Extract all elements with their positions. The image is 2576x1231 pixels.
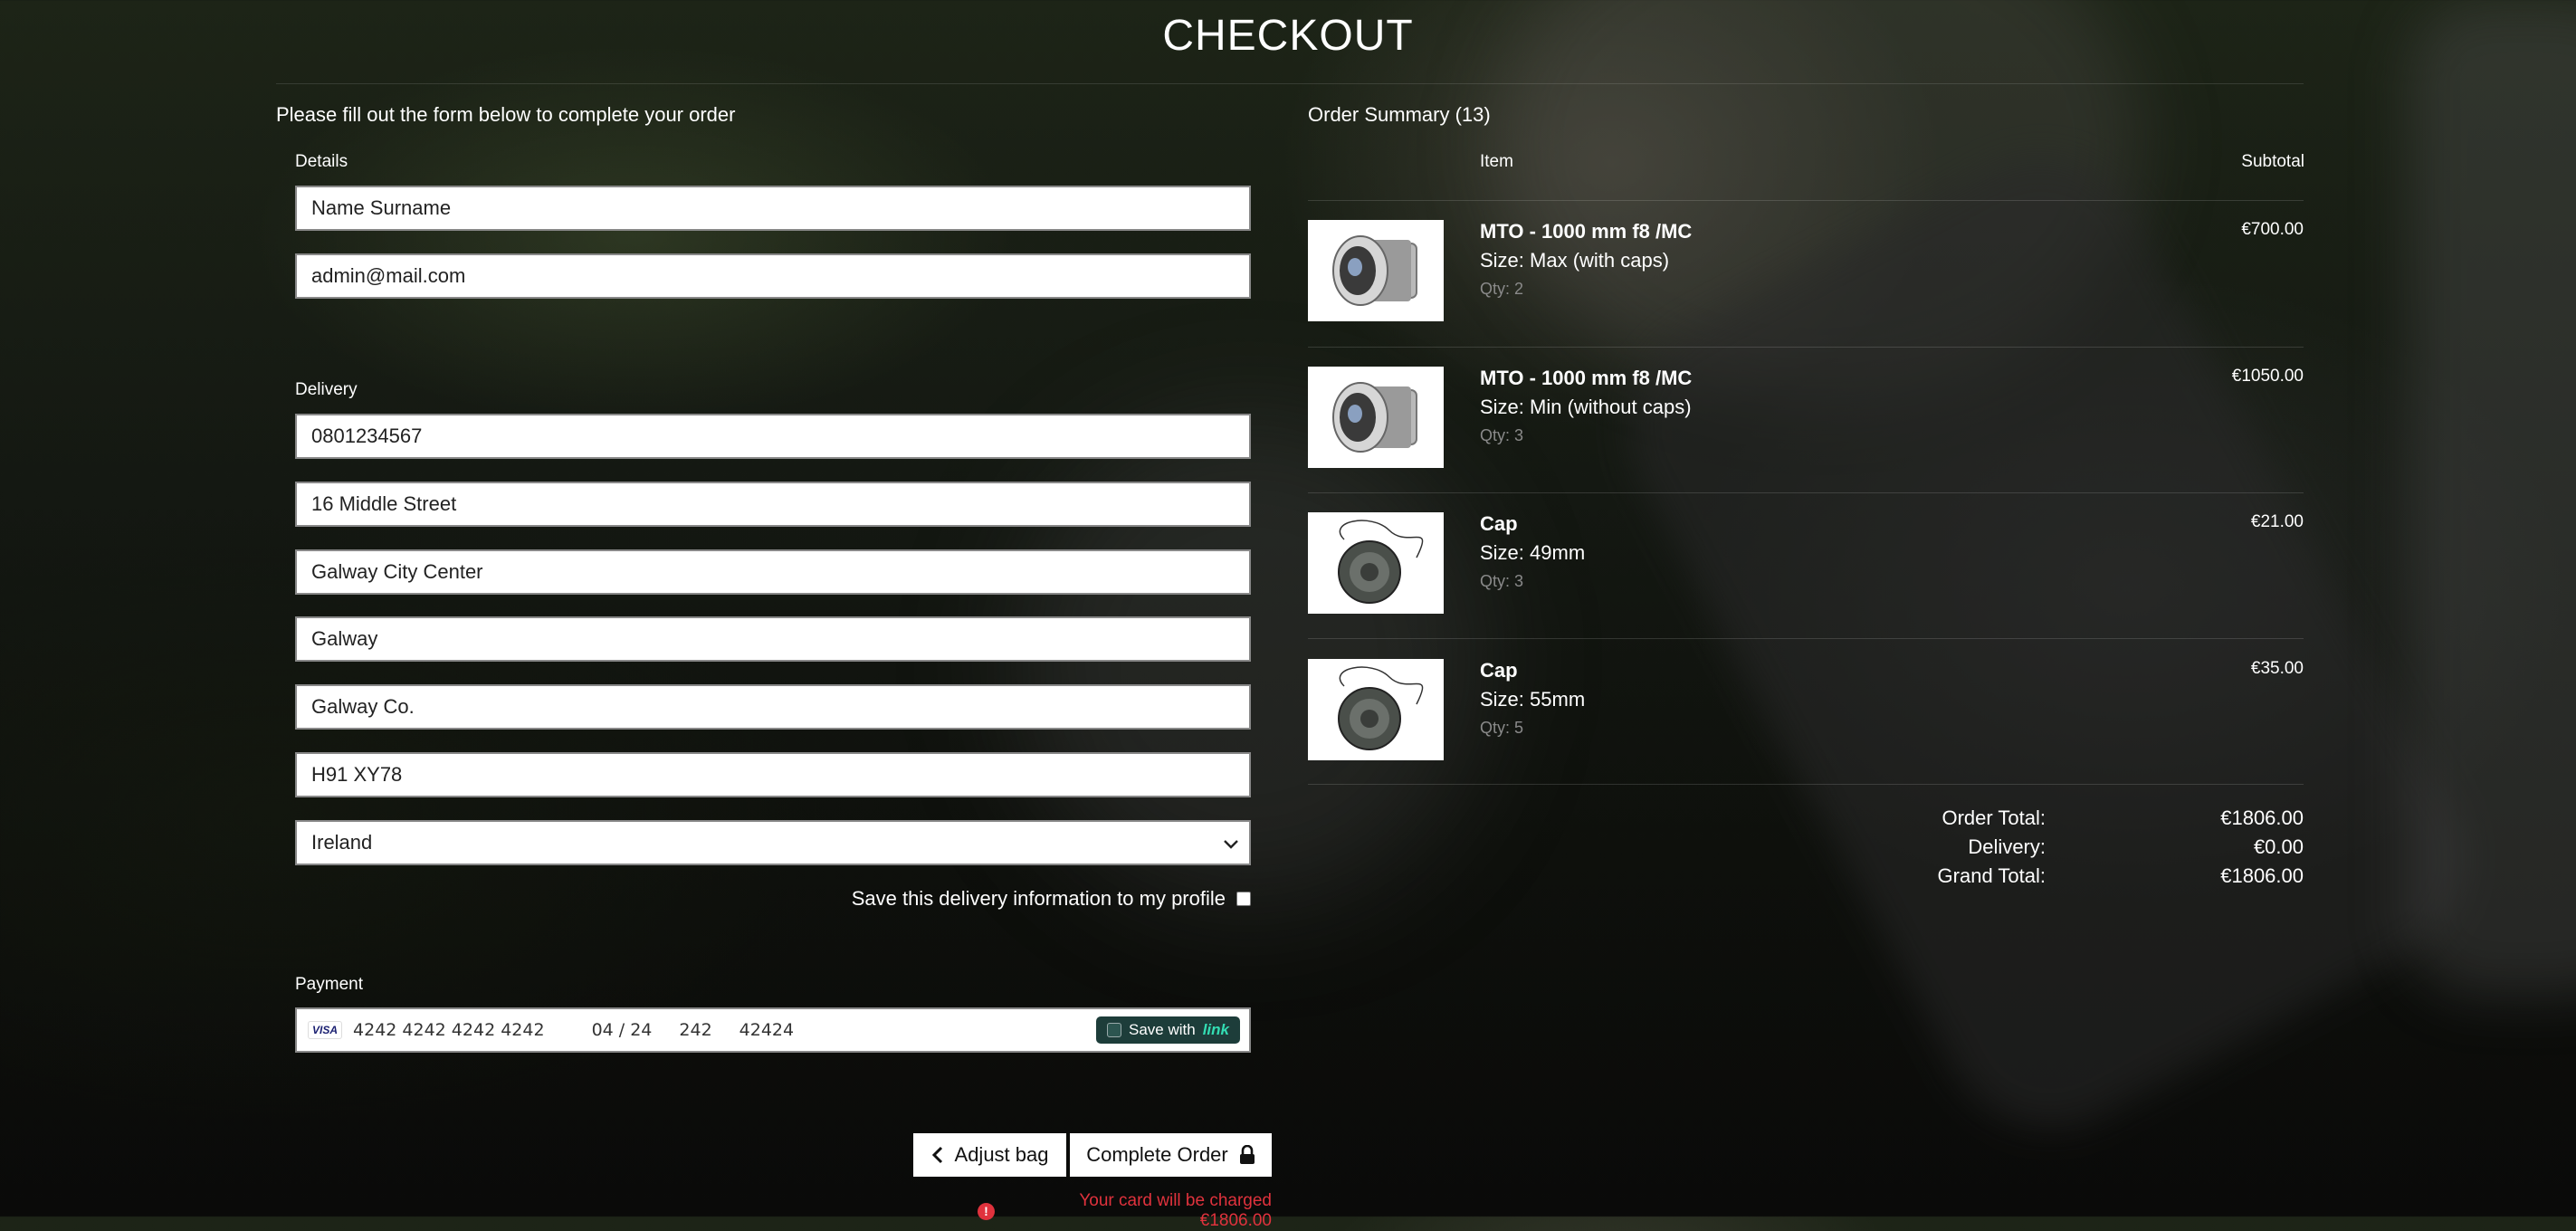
postcode-field[interactable]: H91 XY78	[295, 752, 1251, 797]
order-item: MTO - 1000 mm f8 /MC Size: Min (without …	[1308, 350, 2304, 477]
item-subtotal: €700.00	[2241, 220, 2304, 239]
charge-notice: ! Your card will be charged €1806.00	[978, 1191, 1272, 1231]
order-total-row: Order Total: €1806.00	[1792, 804, 2304, 833]
card-zip-input[interactable]: 42424	[739, 1020, 794, 1040]
item-quantity: Qty: 3	[1480, 426, 1524, 444]
save-info-checkbox[interactable]	[1236, 892, 1251, 906]
country-select[interactable]: Ireland	[295, 820, 1251, 865]
lens-cap-product-image	[1308, 659, 1444, 760]
item-name: Cap	[1480, 512, 1518, 535]
item-size: Size: Max (with caps)	[1480, 249, 1670, 272]
item-name: MTO - 1000 mm f8 /MC	[1480, 367, 1693, 389]
charge-notice-text: Your card will be charged €1806.00	[1079, 1191, 1272, 1230]
item-divider	[1308, 492, 2304, 493]
order-summary-title: Order Summary (13)	[1308, 103, 1491, 126]
full-name-field[interactable]: Name Surname	[295, 186, 1251, 231]
details-label: Details	[295, 152, 348, 171]
lens-product-image	[1308, 220, 1444, 321]
country-select-value: Ireland	[311, 831, 373, 854]
item-column-header: Item	[1480, 152, 1513, 171]
totals-divider	[1308, 784, 2304, 785]
item-divider	[1308, 638, 2304, 639]
card-expiry-input[interactable]: 04 / 24	[592, 1020, 653, 1040]
save-with-label: Save with	[1129, 1021, 1196, 1038]
card-cvc-input[interactable]: 242	[679, 1020, 711, 1040]
street-address-2-field[interactable]: Galway City Center	[295, 549, 1251, 595]
lens-product-image	[1308, 367, 1444, 468]
delivery-cost-value: €0.00	[2253, 835, 2304, 858]
complete-order-label: Complete Order	[1086, 1143, 1228, 1166]
order-totals: Order Total: €1806.00 Delivery: €0.00 Gr…	[1792, 804, 2304, 891]
item-quantity: Qty: 5	[1480, 719, 1524, 737]
item-quantity: Qty: 2	[1480, 280, 1524, 298]
card-number-input[interactable]: 4242 4242 4242 4242	[353, 1020, 545, 1040]
form-intro: Please fill out the form below to comple…	[276, 103, 736, 126]
item-name: MTO - 1000 mm f8 /MC	[1480, 220, 1693, 243]
save-with-link-button[interactable]: Save with link	[1096, 1016, 1240, 1044]
subtotal-column-header: Subtotal	[2241, 152, 2304, 171]
phone-field[interactable]: 0801234567	[295, 414, 1251, 459]
exclamation-circle-icon: !	[978, 1202, 995, 1220]
item-size: Size: Min (without caps)	[1480, 396, 1692, 418]
item-name: Cap	[1480, 659, 1518, 682]
save-info-row: Save this delivery information to my pro…	[815, 887, 1251, 911]
lock-icon	[1239, 1145, 1255, 1164]
order-item: Cap Size: 49mm Qty: 3 €21.00	[1308, 496, 2304, 623]
delivery-cost-row: Delivery: €0.00	[1792, 833, 2304, 862]
item-subtotal: €35.00	[2250, 659, 2304, 678]
order-total-value: €1806.00	[2220, 806, 2304, 829]
item-size: Size: 49mm	[1480, 541, 1586, 564]
delivery-label: Delivery	[295, 380, 358, 399]
grand-total-value: €1806.00	[2220, 864, 2304, 887]
card-element[interactable]: VISA 4242 4242 4242 4242 04 / 24 242 424…	[295, 1007, 1251, 1053]
save-info-label: Save this delivery information to my pro…	[851, 887, 1226, 910]
page-title: CHECKOUT	[1162, 12, 1414, 60]
title-divider	[276, 83, 2304, 84]
item-subtotal: €1050.00	[2231, 367, 2304, 386]
order-item: Cap Size: 55mm Qty: 5 €35.00	[1308, 643, 2304, 769]
complete-order-button[interactable]: Complete Order	[1070, 1133, 1272, 1177]
chevron-down-icon	[1224, 840, 1238, 849]
email-field[interactable]: admin@mail.com	[295, 253, 1251, 299]
link-logo: link	[1202, 1021, 1229, 1038]
item-size: Size: 55mm	[1480, 688, 1586, 711]
save-with-link-checkbox[interactable]	[1107, 1023, 1121, 1037]
delivery-cost-label: Delivery:	[1968, 835, 2046, 858]
grand-total-row: Grand Total: €1806.00	[1792, 862, 2304, 891]
order-item: MTO - 1000 mm f8 /MC Size: Max (with cap…	[1308, 204, 2304, 330]
adjust-bag-label: Adjust bag	[954, 1143, 1049, 1166]
lens-cap-product-image	[1308, 512, 1444, 614]
grand-total-label: Grand Total:	[1937, 864, 2046, 887]
item-quantity: Qty: 3	[1480, 572, 1524, 590]
visa-icon: VISA	[308, 1021, 343, 1039]
street-address-1-field[interactable]: 16 Middle Street	[295, 482, 1251, 527]
item-divider	[1308, 347, 2304, 348]
chevron-left-icon	[931, 1146, 942, 1164]
item-subtotal: €21.00	[2250, 512, 2304, 531]
payment-label: Payment	[295, 975, 363, 994]
summary-divider	[1308, 200, 2304, 201]
adjust-bag-button[interactable]: Adjust bag	[913, 1133, 1066, 1177]
county-field[interactable]: Galway Co.	[295, 684, 1251, 730]
town-field[interactable]: Galway	[295, 616, 1251, 662]
order-total-label: Order Total:	[1942, 806, 2046, 829]
